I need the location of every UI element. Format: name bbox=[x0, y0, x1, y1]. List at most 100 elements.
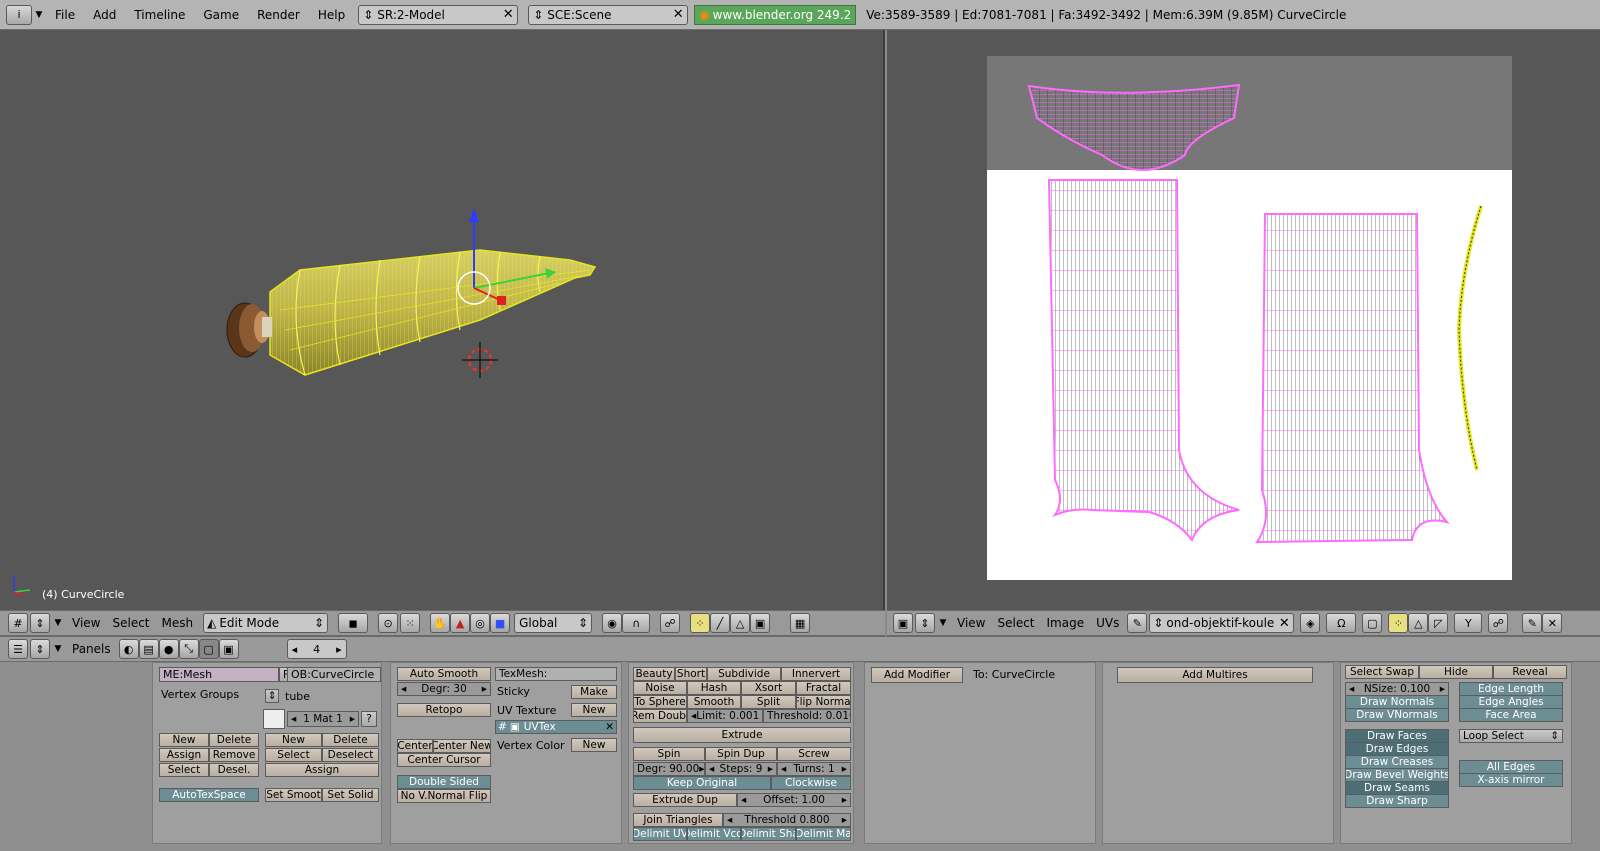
hand-icon[interactable]: ✋ bbox=[430, 613, 451, 633]
menu-uvs[interactable]: UVs bbox=[1090, 616, 1125, 630]
join-triangles-button[interactable]: Join Triangles bbox=[633, 813, 723, 827]
rotate-icon[interactable]: ◎ bbox=[470, 613, 491, 633]
vgroup-menu-icon[interactable]: ⇕ bbox=[265, 689, 279, 703]
material-assign-button[interactable]: Assign bbox=[265, 763, 379, 777]
menu-mesh[interactable]: Mesh bbox=[156, 616, 200, 630]
rem-doubles-button[interactable]: Rem Doubl bbox=[633, 709, 687, 723]
mesh-name-field[interactable]: ME:Mesh bbox=[159, 667, 279, 682]
delimit-vcol-toggle[interactable]: Delimit Vcol bbox=[687, 827, 741, 841]
center-cursor-button[interactable]: Center Cursor bbox=[397, 753, 491, 767]
screen-selector[interactable]: ⇕ SR:2-Model ✕ bbox=[358, 4, 519, 25]
vgroup-assign-button[interactable]: Assign bbox=[159, 748, 209, 762]
all-edges-toggle[interactable]: All Edges bbox=[1459, 760, 1563, 774]
keep-original-toggle[interactable]: Keep Original bbox=[633, 776, 771, 790]
to-sphere-button[interactable]: To Sphere bbox=[633, 695, 687, 709]
draw-creases-toggle[interactable]: Draw Creases bbox=[1345, 755, 1449, 769]
pin-icon[interactable]: ✎ bbox=[1127, 613, 1148, 633]
draw-vnormals-toggle[interactable]: Draw VNormals bbox=[1345, 708, 1449, 722]
double-sided-toggle[interactable]: Double Sided bbox=[397, 775, 491, 789]
mode-selector[interactable]: ◭ Edit Mode ⇕ bbox=[203, 613, 329, 633]
tube-cap[interactable] bbox=[226, 302, 272, 358]
vertex-color-new-button[interactable]: New bbox=[571, 738, 617, 752]
updown-icon[interactable]: ⇕ bbox=[30, 613, 50, 633]
menu-timeline[interactable]: Timeline bbox=[125, 8, 194, 22]
logic-icon[interactable]: ◐ bbox=[118, 639, 139, 659]
layer-icon[interactable]: ⁙ bbox=[400, 613, 421, 633]
proportional-icon[interactable]: ◉ bbox=[602, 613, 623, 633]
chevron-down-icon[interactable]: ▼ bbox=[50, 644, 66, 654]
updown-icon[interactable]: ⇕ bbox=[30, 639, 50, 659]
help-button[interactable]: ? bbox=[361, 711, 377, 727]
screw-button[interactable]: Screw bbox=[777, 747, 851, 761]
steps-field[interactable]: ◂ Steps: 9 ▸ bbox=[705, 762, 777, 776]
select-swap-button[interactable]: Select Swap bbox=[1345, 665, 1419, 679]
short-toggle[interactable]: Short bbox=[675, 667, 707, 681]
xsort-button[interactable]: Xsort bbox=[741, 681, 796, 695]
face-select-icon[interactable]: △ bbox=[1408, 613, 1429, 633]
vertex-select-icon[interactable]: ⁘ bbox=[690, 613, 711, 633]
texmesh-field[interactable]: TexMesh: bbox=[495, 667, 617, 681]
retopo-toggle[interactable]: Retopo bbox=[397, 703, 491, 717]
draw-sharp-toggle[interactable]: Draw Sharp bbox=[1345, 794, 1449, 808]
object-name-field[interactable]: OB:CurveCircle bbox=[287, 667, 381, 682]
loop-select-selector[interactable]: Loop Select ⇕ bbox=[1459, 729, 1563, 743]
material-delete-button[interactable]: Delete bbox=[322, 733, 379, 747]
turns-field[interactable]: ◂ Turns: 1 ▸ bbox=[777, 762, 851, 776]
menu-add[interactable]: Add bbox=[84, 8, 125, 22]
draw-type-icon[interactable]: ◼ bbox=[338, 613, 369, 633]
material-new-button[interactable]: New bbox=[265, 733, 322, 747]
cube-icon[interactable]: ▣ bbox=[750, 613, 771, 633]
face-select-icon[interactable]: △ bbox=[730, 613, 751, 633]
x-axis-mirror-toggle[interactable]: X-axis mirror bbox=[1459, 773, 1563, 787]
material-select-button[interactable]: Select bbox=[265, 748, 322, 762]
edge-select-icon[interactable]: ╱ bbox=[710, 613, 731, 633]
split-button[interactable]: Split bbox=[741, 695, 796, 709]
paint-icon[interactable]: ✎ bbox=[1522, 613, 1543, 633]
orientation-selector[interactable]: Global ⇕ bbox=[514, 613, 593, 633]
snap-icon[interactable]: Ω bbox=[1326, 613, 1357, 633]
uv-image-editor[interactable] bbox=[887, 30, 1600, 610]
uv-texture-new-button[interactable]: New bbox=[571, 703, 617, 717]
menu-game[interactable]: Game bbox=[194, 8, 248, 22]
material-deselect-button[interactable]: Deselect bbox=[322, 748, 379, 762]
vgroup-remove-button[interactable]: Remove bbox=[209, 748, 259, 762]
buttons-window-icon[interactable]: ☰ bbox=[8, 639, 28, 659]
translate-icon[interactable]: ▲ bbox=[450, 613, 471, 633]
smooth-button[interactable]: Smooth bbox=[687, 695, 741, 709]
menu-help[interactable]: Help bbox=[309, 8, 354, 22]
edge-length-toggle[interactable]: Edge Length bbox=[1459, 682, 1563, 696]
blender-url[interactable]: ◉ www.blender.org 249.2 bbox=[694, 4, 857, 25]
updown-icon[interactable]: ⇕ bbox=[915, 613, 935, 633]
script-icon[interactable]: ▤ bbox=[138, 639, 159, 659]
3d-cursor[interactable] bbox=[462, 342, 498, 378]
edge-angles-toggle[interactable]: Edge Angles bbox=[1459, 695, 1563, 709]
spin-dup-button[interactable]: Spin Dup bbox=[705, 747, 777, 761]
flip-normal-button[interactable]: Flip Normal bbox=[796, 695, 851, 709]
set-smooth-button[interactable]: Set Smoot bbox=[265, 788, 322, 802]
lock-icon[interactable]: ✕ bbox=[1542, 613, 1563, 633]
info-editor-icon[interactable]: i bbox=[6, 4, 32, 25]
close-icon[interactable]: ✕ bbox=[669, 6, 687, 24]
extrude-button[interactable]: Extrude bbox=[633, 727, 851, 743]
chevron-down-icon[interactable]: ▼ bbox=[50, 618, 66, 628]
center-button[interactable]: Center bbox=[397, 739, 433, 753]
beauty-toggle[interactable]: Beauty bbox=[633, 667, 675, 681]
add-multires-button[interactable]: Add Multires bbox=[1117, 667, 1313, 683]
falloff-icon[interactable]: ∩ bbox=[622, 613, 651, 633]
pivot-icon[interactable]: ⊙ bbox=[378, 613, 399, 633]
fractal-button[interactable]: Fractal bbox=[796, 681, 851, 695]
center-new-button[interactable]: Center New bbox=[433, 739, 491, 753]
reveal-button[interactable]: Reveal bbox=[1493, 665, 1567, 679]
innervert-selector[interactable]: Innervert bbox=[781, 667, 851, 681]
subdivide-button[interactable]: Subdivide bbox=[707, 667, 781, 681]
close-icon[interactable]: ✕ bbox=[605, 721, 616, 733]
uvtex-layer[interactable]: # ▣ UVTex ✕ bbox=[495, 720, 617, 734]
offset-field[interactable]: ◂ Offset: 1.00 ▸ bbox=[737, 793, 851, 807]
spin-button[interactable]: Spin bbox=[633, 747, 705, 761]
object-icon[interactable]: ⤡ bbox=[178, 639, 199, 659]
no-vnormal-flip-toggle[interactable]: No V.Normal Flip bbox=[397, 789, 491, 803]
occlude-icon[interactable]: ☍ bbox=[1488, 613, 1509, 633]
vgroup-select-button[interactable]: Select bbox=[159, 763, 209, 777]
draw-normals-toggle[interactable]: Draw Normals bbox=[1345, 695, 1449, 709]
noise-button[interactable]: Noise bbox=[633, 681, 687, 695]
